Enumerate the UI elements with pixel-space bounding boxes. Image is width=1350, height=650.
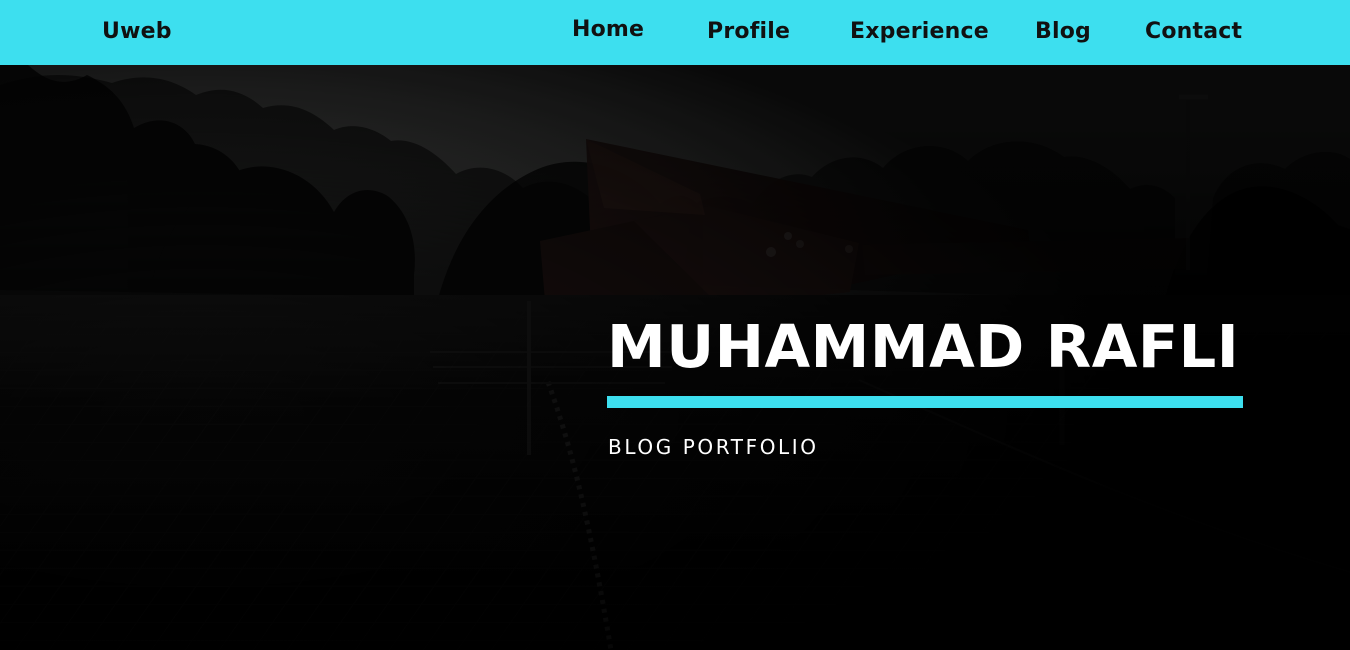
hero-subtitle: BLOG PORTFOLIO — [608, 435, 819, 459]
top-navigation: Uweb Home Profile Experience Blog Contac… — [0, 0, 1350, 65]
nav-contact-link[interactable]: Contact — [1145, 19, 1242, 44]
hero-title: MUHAMMAD RAFLI — [607, 312, 1240, 381]
nav-home-link[interactable]: Home — [572, 17, 644, 42]
hero-section: MUHAMMAD RAFLI BLOG PORTFOLIO — [0, 65, 1350, 650]
nav-experience-link[interactable]: Experience — [850, 19, 989, 44]
nav-profile-link[interactable]: Profile — [707, 19, 790, 44]
nav-blog-link[interactable]: Blog — [1035, 19, 1091, 44]
hero-title-underline — [607, 396, 1243, 408]
brand-logo-link[interactable]: Uweb — [102, 19, 172, 44]
